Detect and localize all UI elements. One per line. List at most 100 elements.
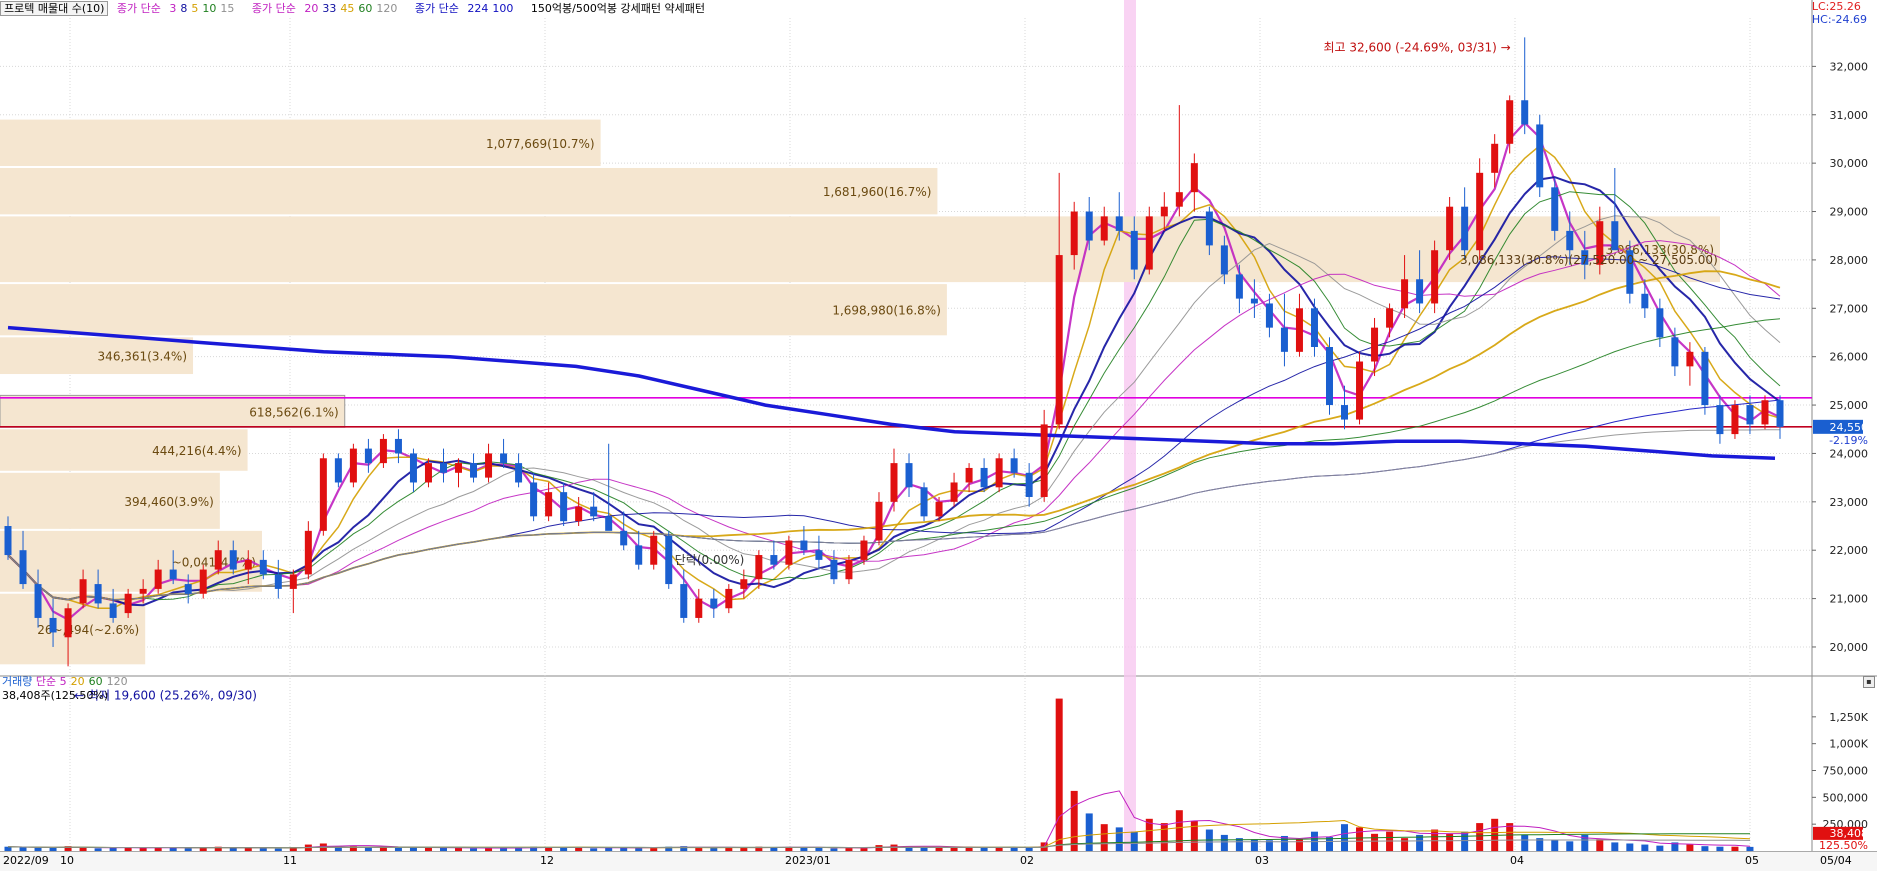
high-annotation: 최고 32,600 (-24.69%, 03/31) → — [1323, 40, 1510, 54]
price-volume-chart[interactable]: 1,077,669(10.7%) 1,681,960(16.7%) 3,086,13… — [0, 0, 1877, 870]
candle-body — [1010, 458, 1018, 473]
volume-profile-label: 618,562(6.1%) — [249, 405, 338, 419]
candle-body — [1746, 405, 1754, 425]
candle-body — [364, 448, 372, 464]
volume-bar — [1100, 824, 1108, 851]
candle-body — [1175, 192, 1183, 207]
volume-tick-label: 1,250K — [1829, 711, 1868, 724]
candle-body — [575, 506, 583, 522]
candle-body — [259, 559, 267, 575]
candle-body — [1731, 405, 1739, 435]
date-axis: 2022/09 10 11 12 2023/01 02 03 04 05 05/04 — [0, 851, 1877, 871]
candle-body — [1521, 100, 1529, 125]
candle-body — [1776, 400, 1784, 427]
price-tick-label: 20,000 — [1830, 641, 1869, 654]
candle-body — [139, 588, 147, 594]
candle-body — [1566, 230, 1574, 251]
candle-body — [830, 559, 838, 580]
candle-body — [229, 550, 237, 570]
candle-body — [109, 603, 117, 618]
candle-body — [304, 530, 312, 575]
candle-body — [1431, 250, 1439, 304]
candle-body — [394, 438, 402, 454]
price-tick-label: 23,000 — [1830, 496, 1869, 509]
candle-body — [965, 467, 973, 483]
date-tick-label: 04 — [1510, 854, 1524, 867]
candle-body — [79, 579, 87, 604]
candle-body — [19, 550, 27, 585]
volume-bar — [1055, 698, 1063, 851]
candle-body — [1070, 211, 1078, 256]
volume-bar — [1295, 839, 1303, 851]
volume-bar — [1626, 843, 1634, 851]
candle-body — [4, 526, 12, 556]
candle-body — [1401, 279, 1409, 309]
volume-bar — [1175, 810, 1183, 851]
candle-body — [334, 458, 342, 483]
volume-ma-line-5 — [7, 790, 1751, 849]
candle-body — [1115, 216, 1123, 231]
candle-body — [1386, 308, 1394, 328]
candle-body — [1416, 279, 1424, 304]
volume-bar — [1611, 842, 1619, 851]
price-tick-label: 25,000 — [1830, 399, 1869, 412]
volume-bar — [1341, 824, 1349, 851]
candle-body — [349, 448, 357, 483]
candle-body — [1220, 245, 1228, 275]
candle-body — [1446, 206, 1454, 251]
candle-body — [785, 540, 793, 565]
price-tick-label: 29,000 — [1830, 206, 1869, 219]
candle-body — [530, 482, 538, 517]
candle-body — [1686, 351, 1694, 367]
candle-body — [1085, 211, 1093, 241]
candle-body — [500, 453, 508, 464]
candle-body — [860, 540, 868, 560]
candle-body — [815, 550, 823, 560]
candle-body — [890, 463, 898, 502]
candle-body — [1761, 400, 1769, 425]
candle-body — [1055, 255, 1063, 425]
candle-body — [1611, 221, 1619, 251]
date-tick-label: 2022/09 — [3, 854, 49, 867]
volume-bar — [1130, 831, 1138, 851]
ma-period-5: 5 — [59, 675, 67, 688]
candle-body — [1190, 163, 1198, 193]
candle-body — [470, 463, 478, 478]
candle-body — [485, 453, 493, 478]
candle-body — [605, 516, 613, 531]
candle-body — [1145, 216, 1153, 270]
volume-tick-label: 750,000 — [1823, 765, 1869, 778]
candle-body — [274, 574, 282, 589]
candle-body — [680, 584, 688, 618]
candle-body — [319, 458, 327, 531]
volume-bar — [1596, 839, 1604, 851]
date-tick-label: 02 — [1020, 854, 1034, 867]
candle-body — [199, 569, 207, 594]
price-tick-label: 27,000 — [1830, 302, 1869, 315]
candle-body — [379, 438, 387, 464]
candle-body — [845, 559, 853, 580]
price-tick-label: 26,000 — [1830, 351, 1869, 364]
last-volume: 38,408주(125.50%) — [2, 689, 109, 702]
candle-body — [424, 463, 432, 483]
price-tick-label: 30,000 — [1830, 157, 1869, 170]
candle-body — [590, 506, 598, 517]
candle-body — [1310, 308, 1318, 347]
candle-body — [1160, 206, 1168, 217]
volume-bar — [1356, 827, 1364, 851]
price-tick-label: 28,000 — [1830, 254, 1869, 267]
candle-body — [665, 535, 673, 585]
current-price-value: 24,550 — [1830, 421, 1869, 434]
price-tick-label: 22,000 — [1830, 544, 1869, 557]
mid-annotation: 단락(0.00%) — [675, 553, 745, 567]
volume-profile-bar — [0, 167, 938, 215]
candle-body — [409, 453, 417, 483]
candle-body — [124, 593, 132, 614]
candle-body — [695, 598, 703, 618]
candle-body — [1701, 351, 1709, 406]
price-tick-label: 24,000 — [1830, 447, 1869, 460]
candle-body — [1130, 230, 1138, 270]
ma-period-60: 60 — [88, 675, 103, 688]
candle-body — [1280, 327, 1288, 352]
volume-panel-toggle-icon[interactable]: ▪ — [1863, 676, 1875, 688]
